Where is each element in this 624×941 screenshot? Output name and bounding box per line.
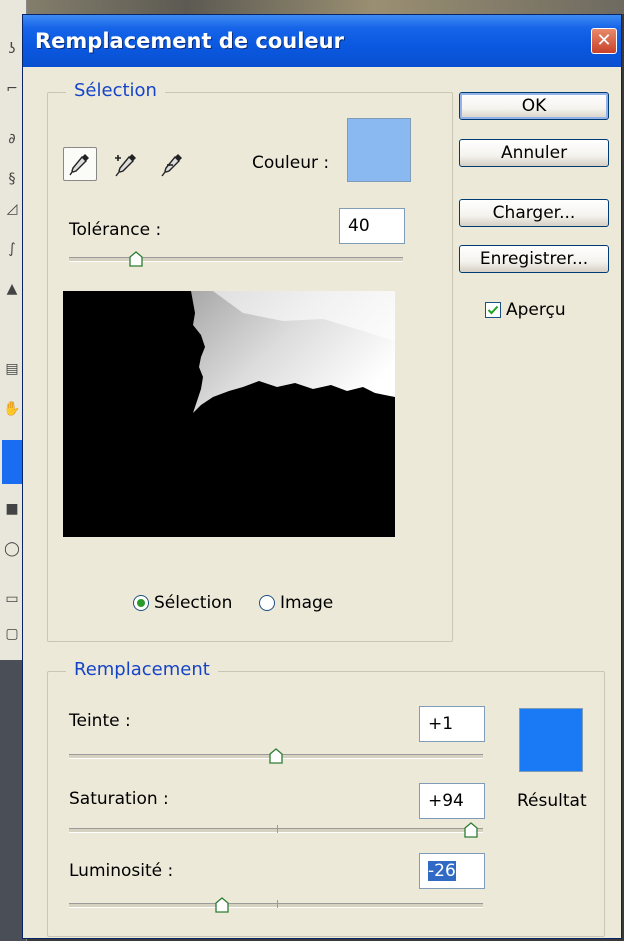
teinte-input[interactable]: +1 [419,706,485,742]
eyedropper-minus-button[interactable] [155,147,189,181]
cancel-button[interactable]: Annuler [459,139,609,167]
saturation-slider-track[interactable] [69,828,483,833]
save-button[interactable]: Enregistrer... [459,245,609,273]
eyedropper-button[interactable] [63,147,97,181]
close-button[interactable]: ✕ [591,28,617,54]
hand-tool-icon: ✋ [3,401,21,417]
brush-tool-icon: ∂ [8,131,16,147]
tolerance-slider-track[interactable] [69,257,403,262]
stamp-tool-icon: § [8,171,16,187]
title-bar[interactable]: Remplacement de couleur ✕ [23,15,621,67]
saturation-center-tick [277,825,278,833]
tolerance-input[interactable]: 40 [339,208,405,244]
luminosite-value-selected: -26 [428,861,456,881]
ok-button[interactable]: OK [459,92,609,120]
radio-image[interactable]: Image [259,593,333,613]
jump-to-icon: ▢ [5,626,19,642]
apercu-label: Aperçu [506,300,566,320]
radio-image-label: Image [280,593,334,613]
radio-selection[interactable]: Sélection [133,593,232,613]
lasso-tool-icon: ʖ [8,41,16,57]
quickmask-icon: ◯ [4,541,20,557]
tolerance-label: Tolérance : [69,220,162,240]
dialog-title: Remplacement de couleur [35,29,344,53]
eraser-tool-icon: ◿ [6,201,18,217]
luminosite-slider-track[interactable] [69,903,483,908]
notes-tool-icon: ▤ [5,361,19,377]
radio-image-dot[interactable] [259,595,275,611]
luminosite-center-tick [277,900,278,908]
luminosite-slider-thumb[interactable] [215,897,229,913]
result-swatch [519,708,583,772]
tolerance-slider-thumb[interactable] [129,251,143,267]
color-swap-icon: ■ [5,501,19,517]
saturation-label: Saturation : [69,789,169,809]
radio-selection-label: Sélection [154,593,233,613]
crop-tool-icon: ⌐ [6,81,18,97]
saturation-slider-thumb[interactable] [463,822,478,838]
apercu-checkbox[interactable]: Aperçu [485,300,566,320]
foreground-color-icon [2,440,22,484]
luminosite-label: Luminosité : [69,861,174,881]
apercu-checkbox-box[interactable] [485,302,501,318]
selection-group-title: Sélection [66,80,165,101]
screen-mode-icon: ▭ [5,591,19,607]
load-button[interactable]: Charger... [459,199,609,227]
selection-preview [63,291,395,537]
saturation-input[interactable]: +94 [419,783,485,819]
eyedropper-icon [69,154,89,176]
replacement-group-title: Remplacement [66,659,218,680]
result-label: Résultat [517,791,587,811]
eyedropper-plus-button[interactable] [109,147,143,181]
couleur-label: Couleur : [252,153,330,173]
selection-mask-image [63,291,395,537]
teinte-label: Teinte : [69,711,131,731]
eyedropper-minus-icon [161,154,182,177]
close-icon: ✕ [596,30,612,51]
luminosite-input[interactable]: -26 [419,853,485,889]
pen-tool-icon: ▲ [6,281,18,297]
radio-selection-dot[interactable] [133,595,149,611]
checkmark-icon [487,305,499,315]
teinte-slider-thumb[interactable] [269,748,283,764]
background-app-strip [0,0,624,14]
blur-tool-icon: ∫ [8,241,16,257]
couleur-swatch[interactable] [347,118,411,182]
color-replacement-dialog: Remplacement de couleur ✕ Sélection Coul… [22,14,622,939]
eyedropper-plus-icon [115,154,136,177]
